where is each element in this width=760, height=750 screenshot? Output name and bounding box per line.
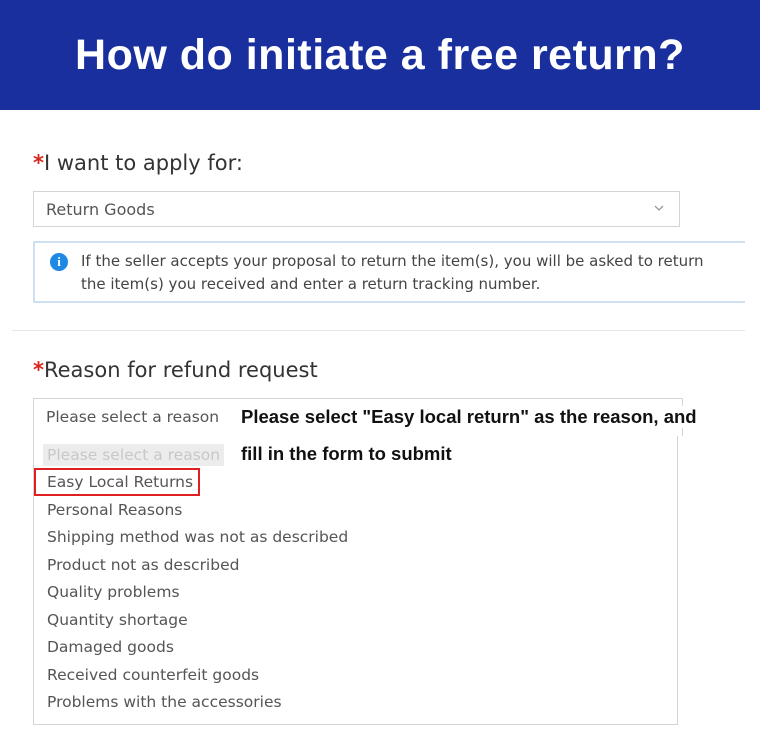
apply-for-label-text: I want to apply for: <box>43 151 243 175</box>
dropdown-option-quantity-shortage[interactable]: Quantity shortage <box>47 611 188 629</box>
required-mark: * <box>33 151 44 175</box>
page-title: How do initiate a free return? <box>75 30 685 79</box>
dropdown-option-damaged-goods[interactable]: Damaged goods <box>47 638 174 656</box>
required-mark: * <box>33 358 44 382</box>
apply-for-select[interactable]: Return Goods <box>33 191 680 227</box>
apply-for-label: *I want to apply for: <box>33 151 243 175</box>
notice-line-1: If the seller accepts your proposal to r… <box>81 252 704 270</box>
section-divider <box>12 330 745 331</box>
apply-for-value: Return Goods <box>46 199 155 219</box>
dropdown-option-counterfeit[interactable]: Received counterfeit goods <box>47 666 259 684</box>
dropdown-option-not-as-described[interactable]: Product not as described <box>47 556 239 574</box>
reason-dropdown-list: Please select a reason Easy Local Return… <box>33 436 678 725</box>
dropdown-option-easy-local-returns[interactable]: Easy Local Returns <box>47 473 193 491</box>
dropdown-option-quality-problems[interactable]: Quality problems <box>47 583 180 601</box>
title-banner: How do initiate a free return? <box>0 0 760 110</box>
info-notice: i If the seller accepts your proposal to… <box>33 241 745 303</box>
reason-placeholder: Please select a reason <box>46 408 220 426</box>
notice-text: If the seller accepts your proposal to r… <box>81 250 731 296</box>
dropdown-option-shipping-method[interactable]: Shipping method was not as described <box>47 528 348 546</box>
dropdown-option-personal-reasons[interactable]: Personal Reasons <box>47 501 182 519</box>
instruction-line-1: Please select "Easy local return" as the… <box>241 406 697 428</box>
reason-label: *Reason for refund request <box>33 358 318 382</box>
chevron-down-icon <box>654 205 664 211</box>
instruction-line-2: fill in the form to submit <box>241 443 452 465</box>
dropdown-option-accessories[interactable]: Problems with the accessories <box>47 693 282 711</box>
dropdown-option-placeholder[interactable]: Please select a reason <box>43 444 225 466</box>
notice-line-2: the item(s) you received and enter a ret… <box>81 275 541 293</box>
info-icon: i <box>50 253 68 271</box>
reason-label-text: Reason for refund request <box>43 358 318 382</box>
